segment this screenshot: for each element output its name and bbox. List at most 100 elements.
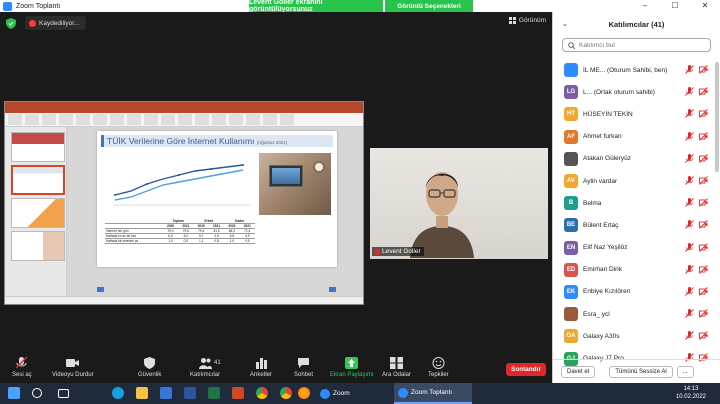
- end-meeting-button[interactable]: Sonlandır: [506, 363, 546, 376]
- chat-button[interactable]: Sohbet: [294, 357, 313, 378]
- mic-muted-icon[interactable]: [685, 264, 694, 274]
- avatar: EN: [564, 240, 578, 255]
- mute-all-button[interactable]: Tümünü Sessize Al: [609, 365, 673, 378]
- next-slide-icon[interactable]: [329, 287, 336, 292]
- stop-video-button[interactable]: Videoyu Durdur: [52, 357, 94, 378]
- video-name-label: Levent Goller: [372, 247, 424, 256]
- participant-row[interactable]: EN Elif Naz Yeşilöz: [553, 237, 712, 259]
- task-view-icon[interactable]: [58, 389, 69, 398]
- mic-muted-icon[interactable]: [685, 242, 694, 252]
- mic-muted-icon[interactable]: [685, 309, 694, 318]
- video-off-icon[interactable]: [699, 109, 708, 119]
- prev-slide-icon[interactable]: [97, 287, 104, 292]
- participant-status-icons: [685, 109, 708, 119]
- slide-title: TÜİK Verilerine Göre İnternet Kullanımı …: [101, 135, 333, 147]
- current-slide: TÜİK Verilerine Göre İnternet Kullanımı …: [97, 131, 337, 267]
- mic-muted-icon[interactable]: [685, 131, 694, 141]
- mic-muted-icon[interactable]: [685, 286, 694, 296]
- video-off-icon[interactable]: [699, 287, 708, 296]
- avatar: EK: [564, 284, 578, 299]
- file-explorer-icon[interactable]: [136, 387, 148, 399]
- edge-browser-icon[interactable]: [112, 387, 124, 399]
- panel-scrollbar[interactable]: [715, 62, 719, 172]
- mic-muted-icon[interactable]: [685, 220, 694, 230]
- mic-muted-icon[interactable]: [685, 87, 694, 97]
- firefox-icon[interactable]: [298, 387, 310, 399]
- participant-row[interactable]: HT HÜSEYİN TEKİN: [553, 103, 712, 125]
- slide-laptop-photo: [259, 153, 331, 215]
- video-off-icon[interactable]: [699, 131, 708, 141]
- participant-row[interactable]: GA Galaxy A30s: [553, 325, 712, 347]
- mic-muted-icon[interactable]: [685, 175, 694, 185]
- maximize-icon[interactable]: ☐: [660, 0, 690, 12]
- participant-row[interactable]: EK Enbiye Kızılören: [553, 281, 712, 303]
- participant-row[interactable]: Atakan Güleryüz: [553, 148, 712, 170]
- mic-muted-icon[interactable]: [685, 331, 694, 341]
- slide-line-chart: [105, 151, 255, 213]
- meeting-toolbar: Sesi aç Videoyu Durdur Güvenlik Katılımc…: [0, 355, 552, 383]
- breakout-rooms-button[interactable]: Ara Odalar: [382, 357, 411, 378]
- word-icon[interactable]: [184, 387, 196, 399]
- video-off-icon[interactable]: [699, 198, 708, 207]
- shield-icon[interactable]: [6, 18, 16, 29]
- taskbar-app-zoom-meeting[interactable]: Zoom Toplantı: [394, 383, 472, 404]
- video-off-icon[interactable]: [699, 176, 708, 185]
- recording-dot-icon: [29, 19, 36, 27]
- video-off-icon[interactable]: [699, 220, 708, 230]
- slide-thumbnail[interactable]: [11, 198, 65, 228]
- participant-row[interactable]: ED Emirhan Dirik: [553, 259, 712, 281]
- video-off-icon[interactable]: [699, 331, 708, 341]
- unmute-button[interactable]: Sesi aç: [12, 357, 32, 378]
- chrome-icon[interactable]: [280, 387, 292, 399]
- participant-row[interactable]: AF Ahmet furkan: [553, 126, 712, 148]
- mic-muted-icon[interactable]: [685, 109, 694, 119]
- mic-muted-icon[interactable]: [685, 198, 694, 207]
- video-off-icon[interactable]: [699, 153, 708, 163]
- slide-thumbnail[interactable]: [11, 132, 65, 162]
- avatar: AV: [564, 174, 578, 189]
- video-off-icon[interactable]: [699, 264, 708, 274]
- close-icon[interactable]: ✕: [690, 0, 720, 12]
- taskbar-clock[interactable]: 14:13 10.02.2022: [676, 385, 706, 401]
- video-camera-icon: [66, 359, 80, 367]
- avatar: GA: [564, 329, 578, 344]
- share-screen-button[interactable]: Ekran Paylaşımı: [330, 357, 374, 378]
- mic-muted-icon[interactable]: [685, 153, 694, 163]
- participant-row[interactable]: LG L... (Ortak oturum sahibi): [553, 81, 712, 103]
- powerpoint-icon[interactable]: [232, 387, 244, 399]
- video-off-icon[interactable]: [699, 309, 708, 318]
- polls-button[interactable]: Anketler: [250, 357, 272, 378]
- participant-row[interactable]: B Belma: [553, 192, 712, 214]
- security-button[interactable]: Güvenlik: [138, 357, 161, 378]
- slide-thumbnail-active[interactable]: [11, 165, 65, 195]
- view-options-button[interactable]: Görüntü Seçenekleri: [385, 0, 473, 12]
- participant-row[interactable]: İL ME... (Oturum Sahibi, ben): [553, 59, 712, 81]
- taskbar-app-zoom[interactable]: Zoom: [316, 383, 390, 404]
- mic-muted-icon[interactable]: [685, 65, 694, 74]
- participant-search-input[interactable]: Katılımcı bul: [562, 38, 711, 52]
- recording-indicator[interactable]: Kaydediliyor...: [25, 16, 86, 30]
- reactions-button[interactable]: Tepkiler: [428, 357, 449, 378]
- excel-icon[interactable]: [208, 387, 220, 399]
- title-bar: Zoom Toplantı Levent Goller ekranını gör…: [0, 0, 720, 13]
- participant-row[interactable]: Esra_ ycl: [553, 303, 712, 325]
- video-off-icon[interactable]: [699, 65, 708, 74]
- minimize-icon[interactable]: –: [630, 0, 660, 12]
- participant-row[interactable]: BE Bülent Ertaç: [553, 214, 712, 236]
- windows-start-icon[interactable]: [8, 387, 20, 399]
- more-options-button[interactable]: ...: [676, 365, 694, 378]
- video-tile[interactable]: Levent Goller: [370, 148, 548, 259]
- chevron-down-icon[interactable]: ⌄: [562, 20, 568, 28]
- store-icon[interactable]: [160, 387, 172, 399]
- participant-status-icons: [685, 286, 708, 296]
- participants-icon: [198, 358, 212, 369]
- view-button[interactable]: Görünüm: [508, 17, 546, 24]
- video-off-icon[interactable]: [699, 242, 708, 252]
- invite-button[interactable]: Davet et: [561, 365, 596, 378]
- video-off-icon[interactable]: [699, 87, 708, 97]
- participant-row[interactable]: AV Aylin vardar: [553, 170, 712, 192]
- slide-thumbnail[interactable]: [11, 231, 65, 261]
- search-icon[interactable]: [32, 388, 42, 398]
- chrome-icon[interactable]: [256, 387, 268, 399]
- window-title: Zoom Toplantı: [16, 2, 61, 10]
